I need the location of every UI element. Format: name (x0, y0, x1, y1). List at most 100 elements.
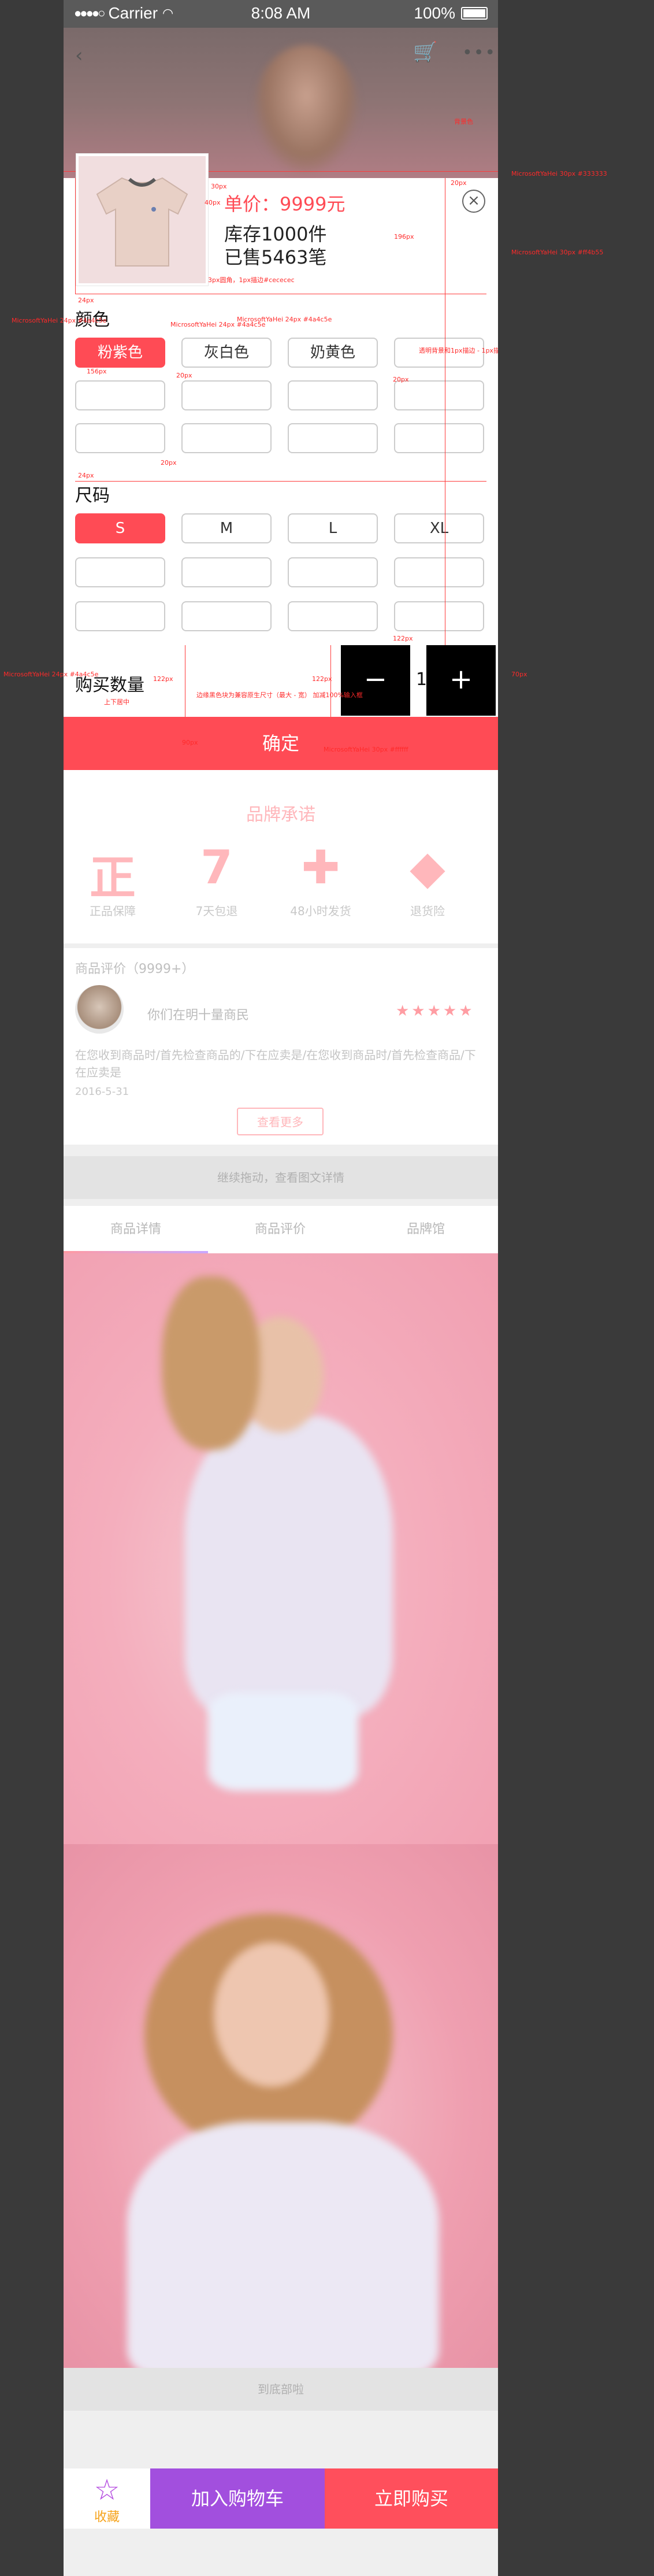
quantity-plus-button[interactable]: + (426, 645, 496, 716)
annotation-gap: 122px (312, 675, 332, 683)
color-option-pink-purple[interactable]: 粉紫色 (75, 338, 165, 368)
model-shorts (208, 1693, 358, 1791)
brand-promise-title: 品牌承诺 (246, 805, 315, 825)
review-section: 商品评价（9999+） 你们在明十量商民 ★★★★★ 在您收到商品时/首先检查商… (64, 948, 498, 1145)
size-option-xl[interactable]: XL (394, 513, 484, 543)
product-thumbnail (76, 154, 208, 286)
confirm-button[interactable]: 确定 (64, 717, 498, 770)
annotation-line (75, 178, 76, 294)
brand-item-label: 7天包退 (195, 904, 238, 918)
model-shirt (185, 1415, 393, 1716)
brand-promise-section: 品牌承诺 正 7 ✚ ◆ 正品保障 7天包退 48小时发货 退货险 (64, 770, 498, 943)
tab-product-reviews[interactable]: 商品评价 (208, 1206, 352, 1253)
product-photo (64, 1844, 498, 2368)
product-photo (64, 1253, 498, 1844)
close-icon[interactable]: × (462, 190, 485, 213)
review-title: 商品评价（9999+） (75, 962, 195, 976)
annotation-gap: 24px (78, 297, 94, 304)
model-shirt (127, 2122, 439, 2368)
annotation-gap: 20px (451, 179, 467, 187)
seven-day-return-icon: 7 (200, 841, 233, 894)
size-option-empty[interactable] (75, 557, 165, 587)
annotation-label-font: MicrosoftYaHei 24px #4a4c5e (3, 671, 99, 678)
color-option-cream-yellow[interactable]: 奶黄色 (288, 338, 378, 368)
annotation-price-spec: MicrosoftYaHei 30px #ff4b55 (511, 249, 604, 256)
options-sheet: 单价：9999元 库存1000件 已售5463笔 × 颜色 粉紫色 灰白色 奶黄… (64, 154, 498, 717)
quantity-minus-button[interactable]: − (341, 645, 410, 716)
size-option-empty[interactable] (288, 601, 378, 631)
annotation-confirm-font: MicrosoftYaHei 30px #ffffff (324, 746, 408, 753)
annotation-unselected-note: 透明背景和1px描边 - 1px描边 #888888 (419, 347, 498, 354)
color-option-empty[interactable] (288, 423, 378, 453)
reviewer-name: 你们在明十量商民 (147, 1008, 250, 1023)
annotation-gap: 70px (511, 671, 527, 678)
bottom-action-bar: ☆ 收藏 加入购物车 立即购买 (64, 2468, 498, 2529)
battery-percent: 100% (414, 4, 455, 22)
brand-item-label: 退货险 (410, 904, 445, 918)
review-date: 2016-5-31 (75, 1086, 129, 1098)
size-option-empty[interactable] (394, 601, 484, 631)
shield-icon: ◆ (410, 841, 445, 894)
view-more-button[interactable]: 查看更多 (237, 1108, 324, 1135)
cart-icon[interactable]: 🛒 (413, 40, 437, 64)
annotation-gap: 20px (176, 372, 192, 379)
unit-price: 单价：9999元 (224, 193, 345, 215)
annotation-center-note: 上下居中 (104, 698, 129, 706)
size-option-l[interactable]: L (288, 513, 378, 543)
color-option-grey-white[interactable]: 灰白色 (181, 338, 272, 368)
status-bar: ●●●●○ Carrier ◠ 8:08 AM 100% (64, 0, 498, 28)
rating-stars: ★★★★★ (396, 1002, 475, 1020)
size-section-title: 尺码 (75, 486, 110, 506)
color-option-empty[interactable] (181, 423, 272, 453)
size-option-empty[interactable] (181, 601, 272, 631)
color-option-empty[interactable] (75, 423, 165, 453)
battery-icon (461, 7, 488, 20)
quantity-input[interactable]: 1 (416, 669, 427, 690)
annotation-line (75, 481, 486, 482)
annotation-gap: 20px (161, 459, 177, 467)
annotation-gap: 196px (394, 233, 414, 240)
color-option-empty[interactable] (288, 380, 378, 410)
model-hair (162, 1276, 260, 1450)
brand-item-label: 48小时发货 (290, 904, 351, 918)
model-face (214, 1942, 329, 2087)
phone-screen: ●●●●○ Carrier ◠ 8:08 AM 100% ‹ 🛒 ••• 背景色… (64, 0, 498, 2576)
size-option-m[interactable]: M (181, 513, 272, 543)
detail-tabs: 商品详情 商品评价 品牌馆 (64, 1206, 498, 1253)
color-option-empty[interactable] (394, 423, 484, 453)
annotation-gap: 24px (78, 472, 94, 479)
favorite-button[interactable]: ☆ 收藏 (64, 2468, 150, 2529)
annotation-bg-note: 背景色 (454, 118, 473, 125)
size-option-empty[interactable] (181, 557, 272, 587)
status-right: 100% (414, 4, 488, 23)
model-photo (254, 45, 358, 172)
color-option-empty[interactable] (75, 380, 165, 410)
end-of-page-hint: 到底部啦 (64, 2368, 498, 2411)
review-text: 在您收到商品时/首先检查商品的/下在应卖是/在您收到商品时/首先检查商品/下在应… (75, 1048, 476, 1079)
star-icon: ☆ (94, 2473, 120, 2507)
brand-item-label: 正品保障 (90, 904, 136, 918)
tab-product-details[interactable]: 商品详情 (64, 1206, 208, 1253)
annotation-border-note: 3px圆角，1px描边#cececec (208, 276, 295, 284)
size-option-s[interactable]: S (75, 513, 165, 543)
more-icon[interactable]: ••• (462, 43, 496, 63)
authentic-icon: 正 (90, 851, 136, 905)
annotation-stock-spec: MicrosoftYaHei 30px #333333 (511, 170, 607, 177)
back-arrow-icon[interactable]: ‹ (75, 44, 83, 67)
buy-now-button[interactable]: 立即购买 (325, 2468, 498, 2529)
annotation-gap: 20px (393, 376, 409, 383)
size-option-empty[interactable] (394, 557, 484, 587)
annotation-label-font: MicrosoftYaHei 24px #4a4c5e (237, 316, 332, 323)
tab-brand-store[interactable]: 品牌馆 (354, 1206, 498, 1253)
color-option-empty[interactable] (181, 380, 272, 410)
continue-drag-hint: 继续拖动，查看图文详情 (64, 1156, 498, 1199)
annotation-qty-note: 边缘黑色块为兼容原生尺寸（最大 - 宽） 加减100%输入框 (196, 691, 363, 699)
add-to-cart-button[interactable]: 加入购物车 (150, 2468, 325, 2529)
size-option-empty[interactable] (288, 557, 378, 587)
size-option-empty[interactable] (75, 601, 165, 631)
avatar (75, 985, 124, 1034)
sold-count: 已售5463笔 (224, 246, 327, 268)
gift-icon: ✚ (301, 841, 340, 894)
annotation-gap: 156px (87, 368, 107, 375)
color-option-empty[interactable] (394, 380, 484, 410)
